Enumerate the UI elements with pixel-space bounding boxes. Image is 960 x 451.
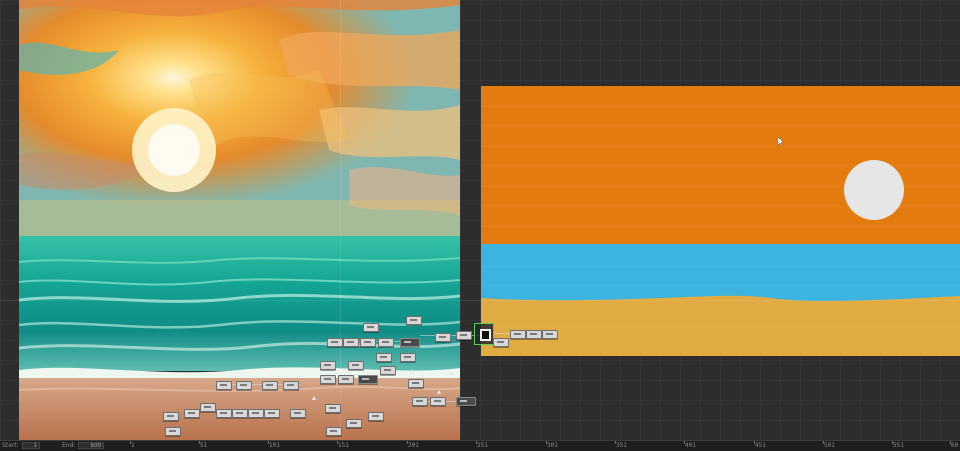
pin-icon (449, 371, 453, 375)
end-field[interactable]: 600 (78, 442, 104, 449)
graph-node[interactable] (320, 361, 336, 370)
pin-icon (312, 396, 316, 400)
graph-node[interactable] (376, 353, 392, 362)
graph-node[interactable] (163, 412, 179, 421)
graph-node[interactable] (262, 381, 278, 390)
graph-node[interactable] (435, 333, 451, 342)
graph-node[interactable] (456, 331, 472, 340)
timeline-tick-label: 151 (338, 442, 349, 449)
selected-viewer-node[interactable] (474, 323, 494, 345)
sun-circle (844, 160, 904, 220)
vertical-guide (340, 0, 341, 440)
graph-node[interactable] (320, 375, 336, 384)
graph-node[interactable] (264, 409, 280, 418)
timeline-tick-label: 60 (951, 442, 959, 449)
graph-node[interactable] (360, 338, 376, 347)
pin-icon (437, 390, 441, 394)
graph-node[interactable] (400, 353, 416, 362)
timeline-bar[interactable]: Start: 1 End: 600 1 51 101 151 201 251 3… (0, 440, 960, 451)
timeline-tick-label: 1 (131, 442, 135, 449)
timeline-tick-label: 551 (893, 442, 904, 449)
graph-node[interactable] (408, 379, 424, 388)
graph-node[interactable] (216, 381, 232, 390)
graph-node[interactable] (216, 409, 232, 418)
graph-node[interactable] (456, 397, 476, 406)
graph-node[interactable] (378, 338, 394, 347)
graph-node[interactable] (165, 427, 181, 436)
timeline-tick-label: 201 (408, 442, 419, 449)
graph-node[interactable] (406, 316, 422, 325)
graph-node[interactable] (232, 409, 248, 418)
graph-node[interactable] (184, 409, 200, 418)
graph-node[interactable] (236, 381, 252, 390)
timeline-tick-label: 251 (477, 442, 488, 449)
cursor-arrow-icon (778, 137, 784, 146)
horizontal-guide (0, 300, 960, 301)
timeline-tick-label: 101 (269, 442, 280, 449)
graph-node[interactable] (380, 366, 396, 375)
graph-node[interactable] (510, 330, 526, 339)
graph-node[interactable] (248, 409, 264, 418)
viewer-node-icon (480, 329, 491, 341)
graph-node[interactable] (290, 409, 306, 418)
graph-node[interactable] (338, 375, 354, 384)
start-field[interactable]: 1 (22, 442, 40, 449)
graph-node[interactable] (542, 330, 558, 339)
graph-node[interactable] (343, 338, 359, 347)
graph-node[interactable] (346, 419, 362, 428)
flat-beach-scene (481, 86, 960, 356)
timeline-tick-label: 401 (685, 442, 696, 449)
graph-node[interactable] (358, 375, 378, 384)
timeline-tick-label: 51 (200, 442, 208, 449)
timeline-tick-label: 501 (824, 442, 835, 449)
timeline-tick-label: 351 (616, 442, 627, 449)
graph-node[interactable] (283, 381, 299, 390)
timeline-tick-label: 301 (547, 442, 558, 449)
end-label: End: (62, 442, 76, 449)
graph-node[interactable] (430, 397, 446, 406)
node-canvas[interactable] (0, 0, 960, 440)
graph-node[interactable] (348, 361, 364, 370)
graph-node[interactable] (327, 338, 343, 347)
pin-icon (410, 369, 414, 373)
graph-node[interactable] (363, 323, 379, 332)
graph-node[interactable] (526, 330, 542, 339)
graph-node[interactable] (325, 404, 341, 413)
graph-node[interactable] (368, 412, 384, 421)
graph-node[interactable] (400, 338, 420, 347)
graph-node[interactable] (493, 338, 509, 347)
graph-node[interactable] (412, 397, 428, 406)
start-label: Start: (2, 442, 19, 449)
graph-node[interactable] (200, 403, 216, 412)
timeline-tick-label: 451 (755, 442, 766, 449)
graph-node[interactable] (326, 427, 342, 436)
